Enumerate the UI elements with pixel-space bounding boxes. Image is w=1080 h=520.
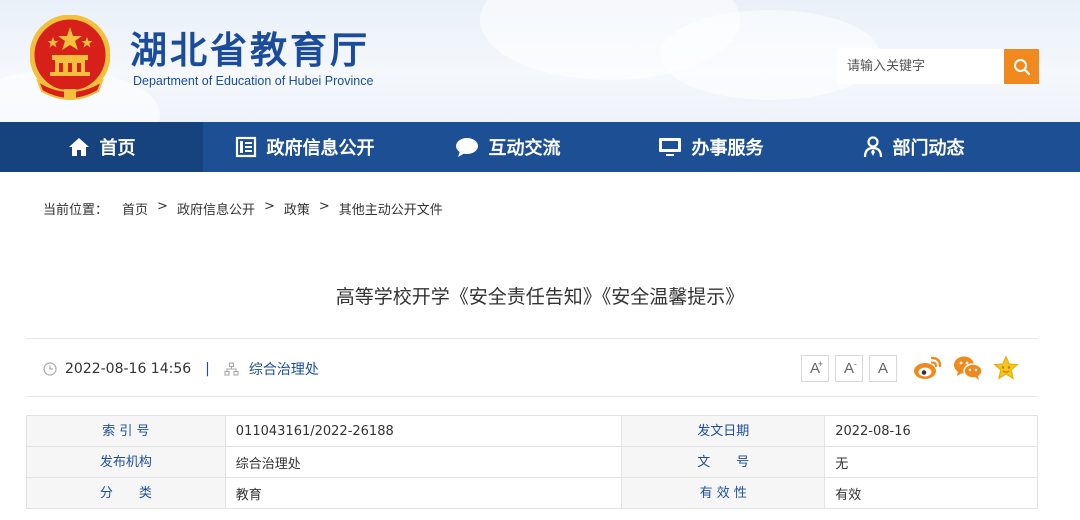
meta-separator: | bbox=[205, 361, 210, 377]
breadcrumb-separator: > bbox=[318, 199, 330, 214]
document-list-icon bbox=[235, 136, 256, 158]
font-decrease-label: A bbox=[843, 360, 854, 377]
font-increase-button[interactable]: A + bbox=[801, 355, 829, 382]
search-button[interactable] bbox=[1004, 49, 1039, 84]
breadcrumb-item-policy[interactable]: 政策 bbox=[284, 199, 310, 218]
home-icon bbox=[68, 138, 89, 156]
table-row: 索 引 号 011043161/2022-26188 发文日期 2022-08-… bbox=[26, 415, 1038, 447]
table-row: 分 类 教育 有 效 性 有效 bbox=[26, 477, 1038, 509]
chat-bubble-icon bbox=[455, 138, 478, 157]
font-reset-label: A bbox=[877, 360, 888, 377]
site-subtitle: Department of Education of Hubei Provinc… bbox=[133, 74, 374, 88]
table-row: 发布机构 综合治理处 文 号 无 bbox=[26, 446, 1038, 478]
info-value: 011043161/2022-26188 bbox=[224, 415, 623, 447]
nav-item-interaction[interactable]: 互动交流 bbox=[406, 122, 609, 172]
weibo-icon[interactable] bbox=[913, 354, 943, 382]
font-decrease-sup: - bbox=[854, 359, 857, 369]
site-title: 湖北省教育厅 bbox=[130, 28, 370, 72]
info-value: 有效 bbox=[824, 477, 1038, 509]
font-increase-sup: + bbox=[817, 359, 823, 369]
info-key: 分 类 bbox=[26, 477, 226, 509]
nav-label: 首页 bbox=[99, 138, 136, 159]
national-emblem-icon bbox=[30, 15, 110, 100]
share-bar bbox=[913, 354, 1019, 382]
info-key: 有 效 性 bbox=[621, 477, 826, 509]
font-decrease-button[interactable]: A - bbox=[835, 355, 863, 382]
main-nav: 首页 政府信息公开 互动交流 办事服务 部门动态 bbox=[0, 122, 1080, 172]
monitor-icon bbox=[658, 138, 681, 156]
breadcrumb-item-other-files[interactable]: 其他主动公开文件 bbox=[339, 199, 443, 218]
info-value: 综合治理处 bbox=[224, 446, 623, 478]
site-header: 湖北省教育厅 Department of Education of Hubei … bbox=[0, 0, 1080, 122]
title-divider bbox=[26, 338, 1038, 339]
publish-datetime: 2022-08-16 14:56 bbox=[65, 361, 192, 377]
favorite-star-icon[interactable] bbox=[993, 355, 1019, 381]
info-value: 无 bbox=[824, 446, 1038, 478]
font-size-controls: A + A - A bbox=[801, 355, 897, 382]
nav-label: 互动交流 bbox=[488, 138, 561, 159]
nav-item-home[interactable]: 首页 bbox=[0, 122, 203, 172]
font-reset-button[interactable]: A bbox=[869, 355, 897, 382]
search-box bbox=[837, 49, 1039, 84]
search-icon bbox=[1013, 58, 1030, 75]
breadcrumb: 当前位置： 首页 > 政府信息公开 > 政策 > 其他主动公开文件 bbox=[43, 199, 443, 218]
breadcrumb-label: 当前位置： bbox=[43, 203, 109, 218]
meta-divider bbox=[26, 396, 1038, 397]
info-value: 2022-08-16 bbox=[824, 415, 1038, 447]
search-input[interactable] bbox=[837, 49, 1004, 84]
article-meta: 2022-08-16 14:56 | 综合治理处 bbox=[43, 359, 319, 379]
info-key: 文 号 bbox=[621, 446, 826, 478]
publish-department: 综合治理处 bbox=[248, 362, 319, 378]
nav-label: 政府信息公开 bbox=[266, 138, 375, 159]
clock-icon bbox=[43, 362, 57, 376]
nav-label: 部门动态 bbox=[892, 138, 965, 159]
breadcrumb-separator: > bbox=[263, 199, 275, 214]
info-key: 发布机构 bbox=[26, 446, 226, 478]
nav-label: 办事服务 bbox=[691, 138, 764, 159]
nav-item-department-news[interactable]: 部门动态 bbox=[812, 122, 1015, 172]
info-key: 发文日期 bbox=[621, 415, 826, 447]
document-info-table: 索 引 号 011043161/2022-26188 发文日期 2022-08-… bbox=[26, 415, 1038, 509]
breadcrumb-separator: > bbox=[157, 199, 168, 214]
nav-item-services[interactable]: 办事服务 bbox=[609, 122, 812, 172]
article-title: 高等学校开学《安全责任告知》《安全温馨提示》 bbox=[335, 286, 745, 308]
person-icon bbox=[863, 136, 882, 158]
info-value: 教育 bbox=[224, 477, 623, 509]
info-key: 索 引 号 bbox=[26, 415, 226, 447]
org-structure-icon bbox=[224, 362, 239, 376]
wechat-icon[interactable] bbox=[953, 354, 983, 382]
breadcrumb-item-gov-info[interactable]: 政府信息公开 bbox=[177, 199, 255, 218]
breadcrumb-item-home[interactable]: 首页 bbox=[122, 199, 148, 218]
nav-item-gov-info[interactable]: 政府信息公开 bbox=[203, 122, 406, 172]
